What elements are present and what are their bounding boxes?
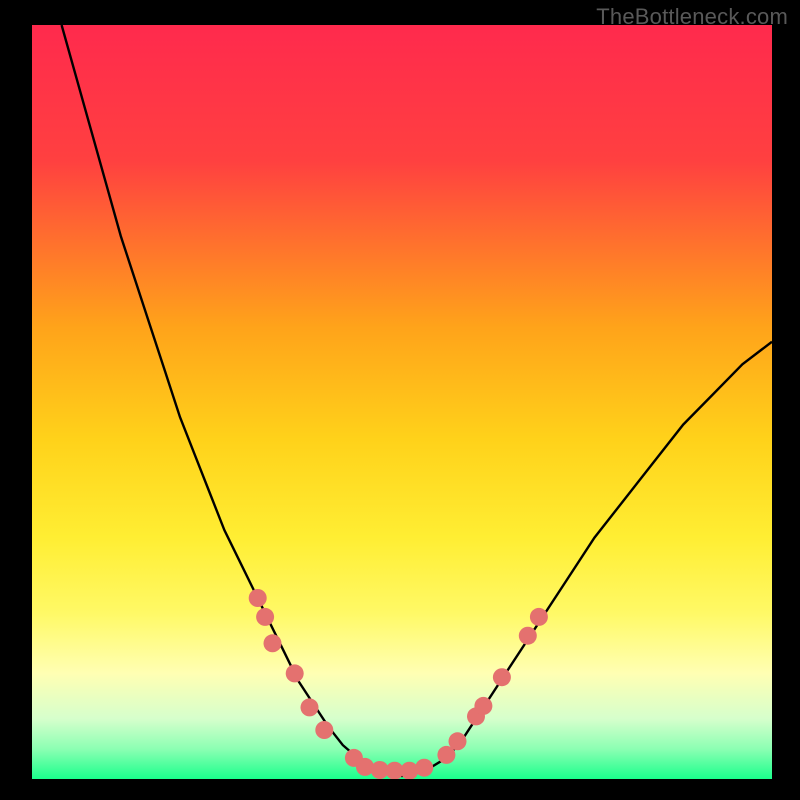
- gradient-background: [32, 25, 772, 779]
- data-marker: [286, 664, 304, 682]
- data-marker: [249, 589, 267, 607]
- data-marker: [474, 697, 492, 715]
- data-marker: [264, 634, 282, 652]
- data-marker: [519, 627, 537, 645]
- data-marker: [449, 732, 467, 750]
- data-marker: [356, 758, 374, 776]
- plot-area: [32, 25, 772, 779]
- data-marker: [315, 721, 333, 739]
- data-marker: [530, 608, 548, 626]
- data-marker: [493, 668, 511, 686]
- chart-frame: TheBottleneck.com: [0, 0, 800, 800]
- data-marker: [415, 759, 433, 777]
- data-marker: [256, 608, 274, 626]
- bottleneck-chart: [32, 25, 772, 779]
- data-marker: [301, 698, 319, 716]
